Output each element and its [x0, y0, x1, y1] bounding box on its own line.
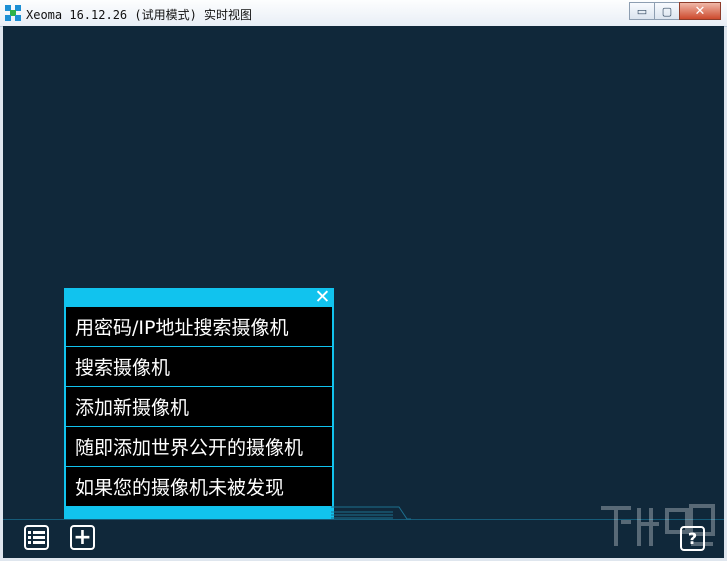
add-camera-button[interactable]: + [70, 525, 95, 550]
maximize-icon: ▢ [661, 4, 673, 18]
camera-list-button[interactable] [24, 525, 49, 550]
add-camera-menu: ✕ 用密码/IP地址搜索摄像机 搜索摄像机 添加新摄像机 随即添加世界公开的摄像… [64, 288, 334, 519]
menu-close-button[interactable]: ✕ [314, 288, 331, 307]
plus-icon: + [73, 524, 92, 550]
window-title: Xeoma 16.12.26 (试用模式) 实时视图 [26, 8, 253, 22]
app-window: Xeoma 16.12.26 (试用模式) 实时视图 ▭ ▢ ✕ ✕ 用密码/I… [0, 0, 727, 561]
site-watermark-logo [601, 504, 715, 546]
close-window-button[interactable]: ✕ [679, 2, 721, 20]
list-icon [28, 531, 45, 544]
menu-header: ✕ [64, 288, 334, 307]
title-bar[interactable]: Xeoma 16.12.26 (试用模式) 实时视图 ▭ ▢ ✕ [0, 0, 727, 27]
close-icon: ✕ [694, 3, 706, 19]
toolbar-decoration [331, 506, 411, 520]
live-view-area: ✕ 用密码/IP地址搜索摄像机 搜索摄像机 添加新摄像机 随即添加世界公开的摄像… [3, 26, 724, 558]
menu-item-camera-not-found[interactable]: 如果您的摄像机未被发现 [66, 467, 332, 506]
menu-item-add-new-camera[interactable]: 添加新摄像机 [66, 387, 332, 426]
menu-item-add-public-camera[interactable]: 随即添加世界公开的摄像机 [66, 427, 332, 466]
menu-item-search-cameras[interactable]: 搜索摄像机 [66, 347, 332, 386]
minimize-button[interactable]: ▭ [629, 2, 655, 20]
maximize-button[interactable]: ▢ [654, 2, 680, 20]
minimize-icon: ▭ [636, 4, 648, 18]
window-controls: ▭ ▢ ✕ [629, 2, 721, 20]
xeoma-logo-icon [5, 5, 21, 21]
menu-item-search-by-password-ip[interactable]: 用密码/IP地址搜索摄像机 [66, 307, 332, 346]
